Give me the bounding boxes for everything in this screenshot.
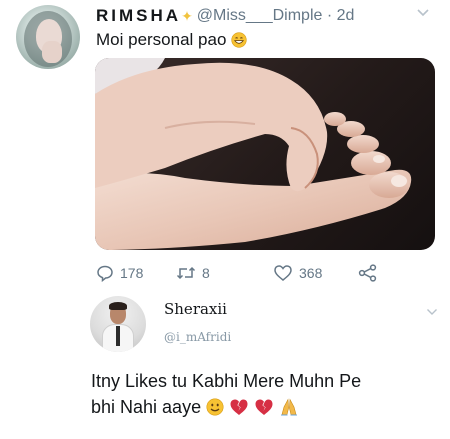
reply-button[interactable]: 178 [96,264,143,282]
slightly-smiling-face-emoji [206,398,224,416]
like-count: 368 [299,265,323,281]
share-icon [358,264,377,282]
retweet-icon [176,266,196,280]
reply-icon [97,265,113,282]
tweet-time-text[interactable]: · 2d [327,7,355,24]
retweet-count: 8 [202,265,210,281]
avatar-tie [116,326,120,346]
foot-photo [95,58,412,250]
display-name[interactable]: RIMSHA [96,6,181,26]
like-button[interactable]: 368 [273,264,322,282]
sparkle-icon: ✦ [181,7,193,24]
reply-text-line-2-content: bhi Nahi aaye [91,397,202,417]
tweet-time[interactable]: · 2d [322,7,355,25]
user-handle[interactable]: @Miss___Dimple [197,7,323,25]
tweet-media-image[interactable] [95,58,435,250]
broken-heart-emoji [230,399,248,415]
chevron-down-icon[interactable] [426,308,438,316]
reply-handle[interactable]: @i_mAfridi [164,330,231,344]
grinning-face-emoji [231,32,247,48]
reply-display-name[interactable]: Sheraxii [164,300,227,318]
tweet[interactable]: RIMSHA ✦ @Miss___Dimple · 2d Moi persona… [0,0,450,288]
reply-text: Itny Likes tu Kabhi Mere Muhn Pe bhi Nah… [91,368,441,420]
retweet-button[interactable]: 8 [176,264,210,282]
reply-comment[interactable]: Sheraxii @i_mAfridi Itny Likes tu Kabhi … [0,288,450,439]
reply-text-line-2: bhi Nahi aaye [91,394,441,420]
reply-count: 178 [120,265,144,281]
chevron-down-icon[interactable] [416,8,430,18]
avatar-hand [42,41,62,63]
tweet-header: RIMSHA ✦ @Miss___Dimple · 2d [96,5,354,27]
share-button[interactable] [358,264,384,282]
reply-text-line-1: Itny Likes tu Kabhi Mere Muhn Pe [91,371,362,391]
avatar-hair [109,302,127,310]
tweet-text: Moi personal pao [96,30,247,50]
reply-avatar[interactable] [90,296,146,352]
heart-icon [274,265,292,281]
folded-hands-emoji [281,398,298,416]
tweet-text-content: Moi personal pao [96,30,227,49]
broken-heart-emoji [255,399,273,415]
avatar[interactable] [16,5,80,69]
